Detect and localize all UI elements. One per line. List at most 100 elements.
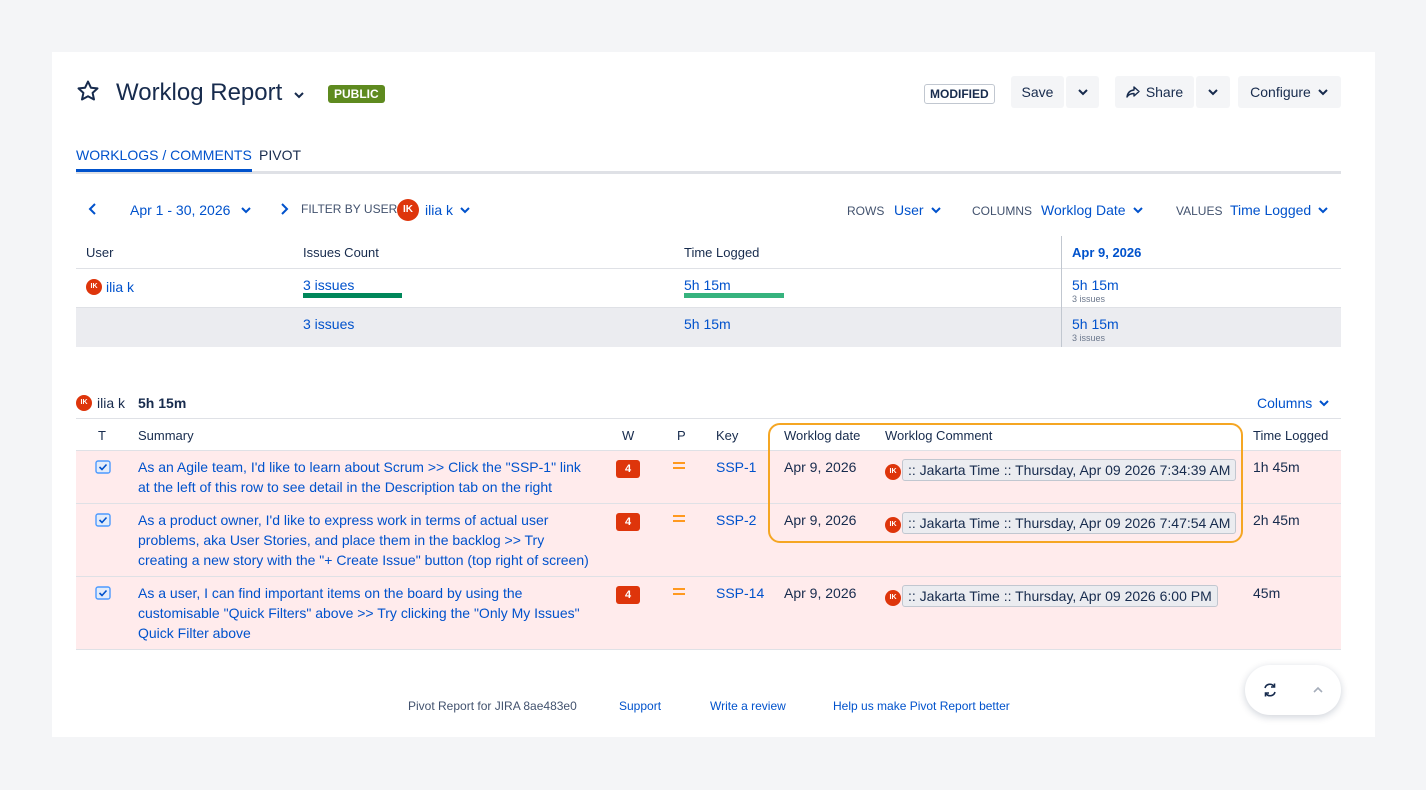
page-title-text: Worklog Report bbox=[116, 79, 283, 106]
rows-select[interactable]: User bbox=[894, 202, 942, 218]
chevron-down-icon bbox=[460, 207, 470, 214]
total-date-issues: 3 issues bbox=[1072, 333, 1106, 343]
chevron-right-icon bbox=[281, 203, 289, 215]
total-date-time-link[interactable]: 5h 15m bbox=[1072, 316, 1119, 332]
time-logged-bar bbox=[684, 293, 784, 298]
visibility-badge: PUBLIC bbox=[328, 85, 385, 103]
summary-link[interactable]: As a user, I can find important items on… bbox=[138, 583, 608, 643]
chevron-down-icon bbox=[1319, 400, 1329, 407]
tab-bar: WORKLOGS / COMMENTS PIVOT bbox=[76, 147, 1341, 174]
share-options-button[interactable] bbox=[1196, 76, 1230, 108]
pivot-date-time-link[interactable]: 5h 15m bbox=[1072, 277, 1119, 293]
summary-link[interactable]: As a product owner, I'd like to express … bbox=[138, 510, 608, 570]
star-icon[interactable] bbox=[76, 79, 100, 103]
total-time-link[interactable]: 5h 15m bbox=[684, 316, 731, 332]
chevron-down-icon bbox=[1132, 207, 1143, 214]
date-range-select[interactable]: Apr 1 - 30, 2026 bbox=[130, 202, 252, 218]
issues-count-bar bbox=[303, 293, 402, 298]
columns-value: Worklog Date bbox=[1041, 202, 1126, 218]
header-summary[interactable]: Summary bbox=[138, 428, 194, 443]
tab-worklogs-comments[interactable]: WORKLOGS / COMMENTS bbox=[76, 147, 252, 172]
footer-review-link[interactable]: Write a review bbox=[710, 699, 786, 713]
chevron-down-icon bbox=[1077, 89, 1088, 96]
values-value: Time Logged bbox=[1230, 202, 1312, 218]
chevron-left-icon[interactable] bbox=[86, 202, 100, 216]
user-filter-select[interactable]: IK ilia k bbox=[397, 199, 471, 221]
column-divider bbox=[1061, 236, 1062, 347]
summary-link[interactable]: As an Agile team, I'd like to learn abou… bbox=[138, 457, 608, 497]
avatar: IK bbox=[397, 199, 419, 221]
story-type-icon bbox=[95, 460, 111, 474]
pivot-total-row: 3 issues 5h 15m 5h 15m 3 issues bbox=[76, 308, 1341, 347]
refresh-icon[interactable] bbox=[1262, 682, 1278, 698]
configure-label: Configure bbox=[1250, 84, 1311, 100]
date-range-value: Apr 1 - 30, 2026 bbox=[130, 202, 231, 218]
pivot-issues-link[interactable]: 3 issues bbox=[303, 277, 354, 293]
columns-button-label: Columns bbox=[1257, 395, 1313, 411]
user-filter-value: ilia k bbox=[425, 202, 454, 218]
header-w[interactable]: W bbox=[622, 428, 634, 443]
header-t[interactable]: T bbox=[98, 428, 106, 443]
summary-line: As a user, I can find important items on… bbox=[138, 585, 523, 601]
issue-key-link[interactable]: SSP-2 bbox=[716, 510, 756, 530]
detail-group-header: IK ilia k 5h 15m bbox=[76, 395, 186, 411]
time-logged: 1h 45m bbox=[1253, 459, 1300, 475]
story-type-icon bbox=[95, 586, 111, 600]
time-logged: 2h 45m bbox=[1253, 512, 1300, 528]
group-user-name: ilia k bbox=[97, 395, 126, 411]
w-badge: 4 bbox=[616, 586, 640, 604]
total-issues-link[interactable]: 3 issues bbox=[303, 316, 354, 332]
w-badge: 4 bbox=[616, 513, 640, 531]
footer-version: Pivot Report for JIRA 8ae483e0 bbox=[408, 699, 577, 713]
issue-key-link[interactable]: SSP-14 bbox=[716, 583, 764, 603]
save-options-button[interactable] bbox=[1066, 76, 1099, 108]
table-row: As a user, I can find important items on… bbox=[76, 577, 1341, 650]
floating-actions bbox=[1245, 665, 1341, 715]
values-select[interactable]: Time Logged bbox=[1230, 202, 1329, 218]
avatar: IK bbox=[86, 279, 102, 295]
share-icon bbox=[1126, 86, 1140, 98]
user-filter: FILTER BY USER bbox=[301, 202, 397, 216]
tab-pivot[interactable]: PIVOT bbox=[259, 147, 301, 163]
header-p[interactable]: P bbox=[677, 428, 686, 443]
summary-line: at the left of this row to see detail in… bbox=[138, 479, 553, 495]
header-time-logged[interactable]: Time Logged bbox=[1253, 428, 1328, 443]
pivot-user-cell[interactable]: IK ilia k bbox=[86, 279, 134, 295]
report-card: Worklog Report PUBLIC MODIFIED Save Shar… bbox=[52, 52, 1375, 737]
pivot-time-link[interactable]: 5h 15m bbox=[684, 277, 731, 293]
page-title[interactable]: Worklog Report bbox=[116, 79, 306, 107]
highlight-outline bbox=[768, 423, 1243, 543]
columns-select[interactable]: Worklog Date bbox=[1041, 202, 1144, 218]
filter-by-user-label: FILTER BY USER bbox=[301, 202, 398, 216]
w-badge: 4 bbox=[616, 460, 640, 478]
pivot-header-user: User bbox=[86, 245, 114, 260]
summary-line: As an Agile team, I'd like to learn abou… bbox=[138, 459, 581, 475]
chevron-down-icon bbox=[930, 207, 941, 214]
time-logged: 45m bbox=[1253, 585, 1281, 601]
save-button[interactable]: Save bbox=[1011, 76, 1064, 108]
story-type-icon bbox=[95, 513, 111, 527]
chevron-up-icon[interactable] bbox=[1311, 683, 1325, 697]
chevron-down-icon bbox=[1208, 89, 1218, 96]
configure-button[interactable]: Configure bbox=[1238, 76, 1341, 108]
summary-line: Quick Filter above bbox=[138, 625, 251, 641]
pivot-header-date[interactable]: Apr 9, 2026 bbox=[1072, 245, 1141, 260]
group-total: 5h 15m bbox=[138, 395, 187, 411]
issue-key-link[interactable]: SSP-1 bbox=[716, 457, 756, 477]
rows-value: User bbox=[894, 202, 924, 218]
columns-button[interactable]: Columns bbox=[1257, 395, 1330, 411]
rows-label: ROWS bbox=[847, 204, 885, 218]
pivot-row: IK ilia k 3 issues 5h 15m 5h 15m 3 issue… bbox=[76, 269, 1341, 308]
summary-line: As a product owner, I'd like to express … bbox=[138, 512, 549, 528]
date-next[interactable] bbox=[277, 202, 291, 216]
footer-support-link[interactable]: Support bbox=[619, 699, 661, 713]
summary-line: problems, aka User Stories, and place th… bbox=[138, 532, 545, 548]
comment-text: :: Jakarta Time :: Thursday, Apr 09 2026… bbox=[902, 585, 1218, 607]
summary-line: customisable "Quick Filters" above >> Tr… bbox=[138, 605, 580, 621]
header-key[interactable]: Key bbox=[716, 428, 738, 443]
priority-medium-icon bbox=[673, 588, 685, 595]
pivot-date-issues: 3 issues bbox=[1072, 294, 1106, 304]
chevron-down-icon bbox=[241, 207, 252, 214]
share-button[interactable]: Share bbox=[1115, 76, 1194, 108]
footer-help-link[interactable]: Help us make Pivot Report better bbox=[833, 699, 1010, 713]
